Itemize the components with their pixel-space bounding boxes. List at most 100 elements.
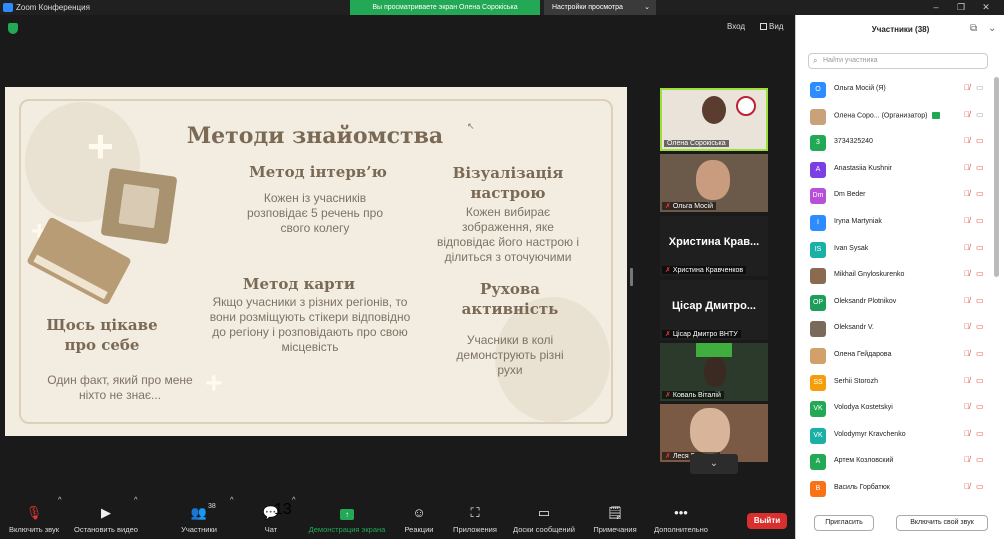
chat-options-caret[interactable]: ^ — [292, 495, 296, 539]
notes-icon: 🗒 — [606, 505, 624, 520]
camera-off-icon[interactable]: ▭ — [976, 296, 984, 305]
mic-muted-icon[interactable]: 🎙̸ — [964, 243, 970, 252]
participant-name: Oleksandr V. — [834, 324, 874, 332]
camera-off-icon[interactable]: ▭ — [976, 482, 984, 491]
camera-off-icon[interactable]: ▭ — [976, 455, 984, 464]
maximize-icon[interactable]: ❐ — [955, 2, 967, 13]
leave-button[interactable]: Выйти — [747, 513, 787, 529]
video-thumbnail[interactable]: Олена Сорокіська — [660, 88, 768, 151]
exit-button[interactable]: Вход — [727, 22, 745, 31]
mic-muted-icon[interactable]: 🎙̸ — [964, 322, 970, 331]
participant-row[interactable]: VK Volodya Kostetskyi 🎙̸ ▭ — [796, 396, 996, 423]
camera-off-icon[interactable]: ▭ — [976, 243, 984, 252]
thumbnail-label: ✗ Ольга Мосій — [662, 202, 716, 210]
participant-row[interactable]: A Anastasiia Kushnir 🎙̸ ▭ — [796, 157, 996, 184]
participant-row[interactable]: I Iryna Martyniak 🎙̸ ▭ — [796, 210, 996, 237]
participant-row[interactable]: VK Volodymyr Kravchenko 🎙̸ ▭ — [796, 423, 996, 450]
mic-muted-icon[interactable]: 🎙̸ — [964, 349, 970, 358]
panel-splitter-handle[interactable] — [630, 268, 633, 286]
mic-muted-icon: ✗ — [665, 331, 671, 338]
thumbnails-scroll-down-button[interactable]: ⌄ — [690, 454, 738, 474]
avatar: OP — [810, 294, 826, 311]
mic-muted-icon[interactable]: 🎙̸ — [964, 296, 970, 305]
close-window-icon[interactable]: ✕ — [980, 2, 992, 13]
participant-name: Volodya Kostetskyi — [834, 404, 893, 412]
video-thumbnail[interactable]: Христина Крав... ✗ Христина Кравченков — [660, 216, 768, 276]
share-screen-button[interactable]: ↑ Демонстрация экрана — [304, 495, 390, 539]
camera-off-icon[interactable]: ▭ — [976, 163, 984, 172]
mic-muted-icon[interactable]: 🎙̸ — [964, 216, 970, 225]
more-button[interactable]: ••• Дополнительно — [648, 495, 714, 539]
video-thumbnail[interactable]: ✗ Ольга Мосій — [660, 154, 768, 212]
pop-out-icon[interactable]: ⧉ — [970, 23, 977, 34]
whiteboards-button[interactable]: ▭ Доски сообщений — [508, 495, 580, 539]
mic-muted-icon[interactable]: 🎙̸ — [964, 110, 970, 119]
mic-muted-icon[interactable]: 🎙̸ — [964, 402, 970, 411]
participant-name: Артем Козловский — [834, 457, 894, 465]
camera-off-icon[interactable]: ▭ — [976, 402, 984, 411]
mute-button[interactable]: 🎙 Включить звук — [4, 495, 64, 539]
participant-row[interactable]: Dm Dm Beder 🎙̸ ▭ — [796, 183, 996, 210]
camera-off-icon[interactable]: ▭ — [976, 136, 984, 145]
camera-on-icon[interactable]: ▭ — [976, 83, 984, 92]
participant-name: Serhii Storozh — [834, 377, 878, 385]
screen-share-indicator-icon — [931, 111, 940, 119]
participant-name: Mikhail Gnyloskurenko — [834, 271, 905, 279]
participant-row[interactable]: IS Ivan Sysak 🎙̸ ▭ — [796, 237, 996, 264]
mic-muted-icon[interactable]: 🎙̸ — [964, 83, 970, 92]
video-thumbnail[interactable]: ✗ Коваль Віталій — [660, 343, 768, 401]
mic-muted-icon: ✗ — [665, 267, 671, 274]
book-icon — [100, 167, 178, 245]
minimize-icon[interactable]: – — [930, 2, 942, 12]
mic-muted-icon[interactable]: 🎙̸ — [964, 455, 970, 464]
participant-row[interactable]: Oleksandr V. 🎙̸ ▭ — [796, 316, 996, 343]
camera-on-icon[interactable]: ▭ — [976, 110, 984, 119]
camera-off-icon[interactable]: ▭ — [976, 376, 984, 385]
camera-off-icon[interactable]: ▭ — [976, 216, 984, 225]
avatar: O — [810, 82, 826, 98]
reactions-icon: ☺ — [412, 505, 426, 520]
mic-muted-icon[interactable]: 🎙̸ — [964, 163, 970, 172]
camera-off-icon[interactable]: ▭ — [976, 189, 984, 198]
view-options-button[interactable]: Настройки просмотра ⌄ — [544, 0, 656, 15]
security-shield-icon[interactable] — [8, 23, 18, 34]
camera-off-icon[interactable]: ▭ — [976, 429, 984, 438]
participant-row[interactable]: B Василь Горбатюк 🎙̸ ▭ — [796, 476, 996, 503]
apps-button[interactable]: ⛶ Приложения — [448, 495, 502, 539]
video-thumbnail[interactable]: Цісар Дмитро... ✗ Цісар Дмитро ВНТУ — [660, 280, 768, 340]
audio-options-caret[interactable]: ^ — [58, 495, 62, 539]
participant-list-scrollbar[interactable] — [994, 77, 999, 277]
camera-off-icon[interactable]: ▭ — [976, 349, 984, 358]
mic-muted-icon[interactable]: 🎙̸ — [964, 482, 970, 491]
participants-options-caret[interactable]: ^ — [230, 495, 234, 539]
chevron-down-icon[interactable]: ⌄ — [988, 23, 996, 34]
avatar: Dm — [810, 188, 826, 205]
camera-off-icon[interactable]: ▭ — [976, 269, 984, 278]
video-button[interactable]: ▶ Остановить видео — [70, 495, 142, 539]
reactions-button[interactable]: ☺ Реакции — [398, 495, 440, 539]
notes-button[interactable]: 🗒 Примечания — [588, 495, 642, 539]
participant-search-input[interactable]: ⌕ Найти участника — [808, 53, 988, 69]
mic-muted-icon[interactable]: 🎙̸ — [964, 429, 970, 438]
invite-button[interactable]: Пригласить — [814, 515, 874, 531]
camera-off-icon[interactable]: ▭ — [976, 322, 984, 331]
participants-button[interactable]: 👥 Участники — [176, 495, 222, 539]
mic-muted-icon[interactable]: 🎙̸ — [964, 376, 970, 385]
participant-row[interactable]: O Ольга Мосій (Я) 🎙̸ ▭ — [796, 77, 996, 104]
video-options-caret[interactable]: ^ — [134, 495, 138, 539]
unmute-self-button[interactable]: Включить свой звук — [896, 515, 988, 531]
mic-muted-icon[interactable]: 🎙̸ — [964, 136, 970, 145]
participant-row[interactable]: Олена Гейдарова 🎙̸ ▭ — [796, 343, 996, 370]
participant-row[interactable]: SS Serhii Storozh 🎙̸ ▭ — [796, 370, 996, 397]
participant-row[interactable]: Олена Соро... (Организатор) 🎙̸ ▭ — [796, 104, 996, 131]
participant-row[interactable]: OP Oleksandr Plotnikov 🎙̸ ▭ — [796, 290, 996, 317]
participant-row[interactable]: 3 3734325240 🎙̸ ▭ — [796, 130, 996, 157]
mic-muted-icon[interactable]: 🎙̸ — [964, 269, 970, 278]
view-label: Вид — [769, 22, 784, 31]
participants-label: Участники — [181, 525, 217, 534]
mic-muted-icon[interactable]: 🎙̸ — [964, 189, 970, 198]
title-bar: Zoom Конференция Вы просматриваете экран… — [0, 0, 1004, 15]
participant-row[interactable]: A Артем Козловский 🎙̸ ▭ — [796, 449, 996, 476]
participant-row[interactable]: Mikhail Gnyloskurenko 🎙̸ ▭ — [796, 263, 996, 290]
view-button[interactable]: Вид — [760, 22, 783, 31]
